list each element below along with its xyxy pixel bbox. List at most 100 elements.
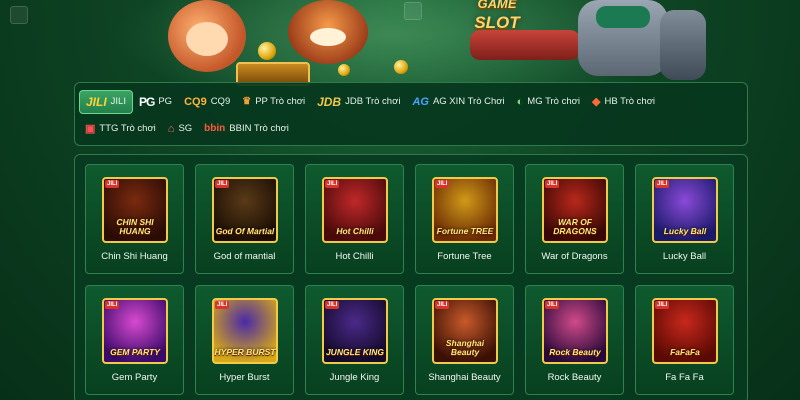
- game-card[interactable]: JILI WAR OF DRAGONS War of Dragons: [525, 164, 624, 274]
- game-thumbnail[interactable]: JILI Rock Beauty: [542, 298, 608, 364]
- game-provider-badge: JILI: [545, 180, 560, 188]
- game-thumbnail[interactable]: JILI GEM PARTY: [102, 298, 168, 364]
- game-provider-badge: JILI: [215, 180, 230, 188]
- provider-logo-icon: JDB: [317, 94, 342, 109]
- game-card[interactable]: JILI Shanghai Beauty Shanghai Beauty: [415, 285, 514, 395]
- game-card[interactable]: JILI God Of Martial God of mantial: [195, 164, 294, 274]
- provider-filter-bar: JILI JILI PG PG CQ9 CQ9 ♛ PP Trò chơi JDB JDB Trò…: [74, 82, 748, 146]
- provider-row: ▣ TTG Trò chơi ⌂ SG bbin BBIN Trò chơi: [79, 115, 743, 142]
- game-card[interactable]: JILI CHIN SHI HUANG Chin Shi Huang: [85, 164, 184, 274]
- game-logo-text: God Of Martial: [215, 226, 275, 236]
- game-logo-text: CHIN SHI HUANG: [116, 217, 154, 236]
- provider-tab-cq9[interactable]: CQ9 CQ9: [178, 90, 236, 114]
- provider-label: JDB Trò chơi: [345, 96, 401, 107]
- game-card[interactable]: JILI Rock Beauty Rock Beauty: [525, 285, 624, 395]
- monkey-character-image: [168, 0, 246, 72]
- game-name: Lucky Ball: [662, 251, 707, 262]
- game-logo-text: Rock Beauty: [549, 347, 601, 357]
- game-provider-badge: JILI: [655, 301, 670, 309]
- provider-tab-sg[interactable]: ⌂ SG: [162, 117, 198, 141]
- provider-logo-icon: bbin: [204, 122, 226, 134]
- dice-decoration: [10, 6, 28, 24]
- coin-icon: [394, 60, 408, 74]
- provider-label: CQ9: [210, 96, 231, 107]
- game-logo-text: Hot Chilli: [336, 226, 374, 236]
- game-provider-badge: JILI: [325, 301, 340, 309]
- game-card[interactable]: JILI Fortune TREE Fortune Tree: [415, 164, 514, 274]
- provider-tab-ag[interactable]: AG AG XIN Trò Chơi: [406, 90, 510, 114]
- hero-title-line1: GAME: [477, 0, 517, 11]
- game-name: Shanghai Beauty: [428, 372, 501, 383]
- game-card[interactable]: JILI GEM PARTY Gem Party: [85, 285, 184, 395]
- game-name: Gem Party: [111, 372, 158, 383]
- game-logo-text: Shanghai Beauty: [445, 338, 485, 357]
- game-thumbnail[interactable]: JILI JUNGLE KING: [322, 298, 388, 364]
- provider-label: TTG Trò chơi: [99, 123, 156, 134]
- game-name: Hot Chilli: [335, 251, 374, 262]
- provider-tab-bbin[interactable]: bbin BBIN Trò chơi: [198, 117, 295, 141]
- provider-tab-jili[interactable]: JILI JILI: [79, 89, 133, 114]
- provider-label: SG: [178, 123, 193, 134]
- game-logo-text: GEM PARTY: [110, 347, 160, 357]
- game-logo-text: Lucky Ball: [663, 226, 707, 236]
- game-thumbnail[interactable]: JILI Shanghai Beauty: [432, 298, 498, 364]
- game-card[interactable]: JILI FaFaFa Fa Fa Fa: [635, 285, 734, 395]
- game-thumbnail[interactable]: JILI HYPER BURST: [212, 298, 278, 364]
- hero-title: GAME SLOT: [462, 0, 532, 32]
- game-name: Chin Shi Huang: [101, 251, 168, 262]
- game-thumbnail[interactable]: JILI FaFaFa: [652, 298, 718, 364]
- provider-logo-icon: ⌂: [167, 122, 175, 135]
- game-provider-badge: JILI: [545, 301, 560, 309]
- game-logo-text: Fortune TREE: [436, 226, 494, 236]
- game-name: Fa Fa Fa: [665, 372, 704, 383]
- game-thumbnail[interactable]: JILI Hot Chilli: [322, 177, 388, 243]
- game-name: Jungle King: [329, 372, 380, 383]
- provider-logo-icon: PG: [138, 94, 155, 109]
- provider-tab-jdb[interactable]: JDB JDB Trò chơi: [311, 90, 406, 114]
- provider-label: PP Trò chơi: [255, 96, 306, 107]
- game-name: God of mantial: [213, 251, 276, 262]
- game-provider-badge: JILI: [105, 301, 120, 309]
- hero-banner: GAME SLOT: [0, 0, 800, 86]
- provider-label: BBIN Trò chơi: [229, 123, 289, 134]
- coin-icon: [258, 42, 276, 60]
- game-provider-badge: JILI: [215, 301, 230, 309]
- game-name: Rock Beauty: [547, 372, 602, 383]
- game-card[interactable]: JILI Hot Chilli Hot Chilli: [305, 164, 404, 274]
- provider-label: PG: [158, 96, 173, 107]
- provider-label: HB Trò chơi: [604, 96, 656, 107]
- dice-decoration: [404, 2, 422, 20]
- game-thumbnail[interactable]: JILI God Of Martial: [212, 177, 278, 243]
- game-grid-panel: JILI CHIN SHI HUANG Chin Shi Huang JILI God …: [74, 154, 748, 400]
- robot-character-image: [470, 0, 710, 86]
- game-thumbnail[interactable]: JILI CHIN SHI HUANG: [102, 177, 168, 243]
- game-card[interactable]: JILI JUNGLE KING Jungle King: [305, 285, 404, 395]
- game-thumbnail[interactable]: JILI Fortune TREE: [432, 177, 498, 243]
- game-name: Fortune Tree: [437, 251, 492, 262]
- game-card[interactable]: JILI Lucky Ball Lucky Ball: [635, 164, 734, 274]
- game-provider-badge: JILI: [435, 180, 450, 188]
- provider-logo-icon: JILI: [86, 94, 107, 109]
- game-logo-text: FaFaFa: [670, 347, 700, 357]
- provider-logo-icon: AG: [412, 95, 429, 108]
- provider-label: JILI: [110, 96, 126, 107]
- provider-row: JILI JILI PG PG CQ9 CQ9 ♛ PP Trò chơi JDB JDB Trò…: [79, 88, 743, 115]
- provider-tab-pp[interactable]: ♛ PP Trò chơi: [236, 90, 311, 114]
- game-logo-text: WAR OF DRAGONS: [553, 217, 597, 236]
- game-provider-badge: JILI: [435, 301, 450, 309]
- game-name: War of Dragons: [541, 251, 608, 262]
- game-logo-text: HYPER BURST: [214, 347, 276, 357]
- provider-tab-mg[interactable]: ◐ MG Trò chơi: [511, 90, 586, 114]
- provider-label: MG Trò chơi: [527, 96, 580, 107]
- provider-logo-icon: ♛: [242, 95, 252, 107]
- game-provider-badge: JILI: [105, 180, 120, 188]
- provider-tab-ttg[interactable]: ▣ TTG Trò chơi: [79, 117, 162, 141]
- game-card[interactable]: JILI HYPER BURST Hyper Burst: [195, 285, 294, 395]
- game-thumbnail[interactable]: JILI WAR OF DRAGONS: [542, 177, 608, 243]
- provider-tab-hb[interactable]: ◆ HB Trò chơi: [586, 90, 661, 114]
- provider-tab-pg[interactable]: PG PG: [133, 90, 178, 114]
- coin-icon: [338, 64, 350, 76]
- game-thumbnail[interactable]: JILI Lucky Ball: [652, 177, 718, 243]
- provider-logo-icon: ▣: [85, 122, 96, 135]
- game-logo-text: JUNGLE KING: [325, 347, 385, 357]
